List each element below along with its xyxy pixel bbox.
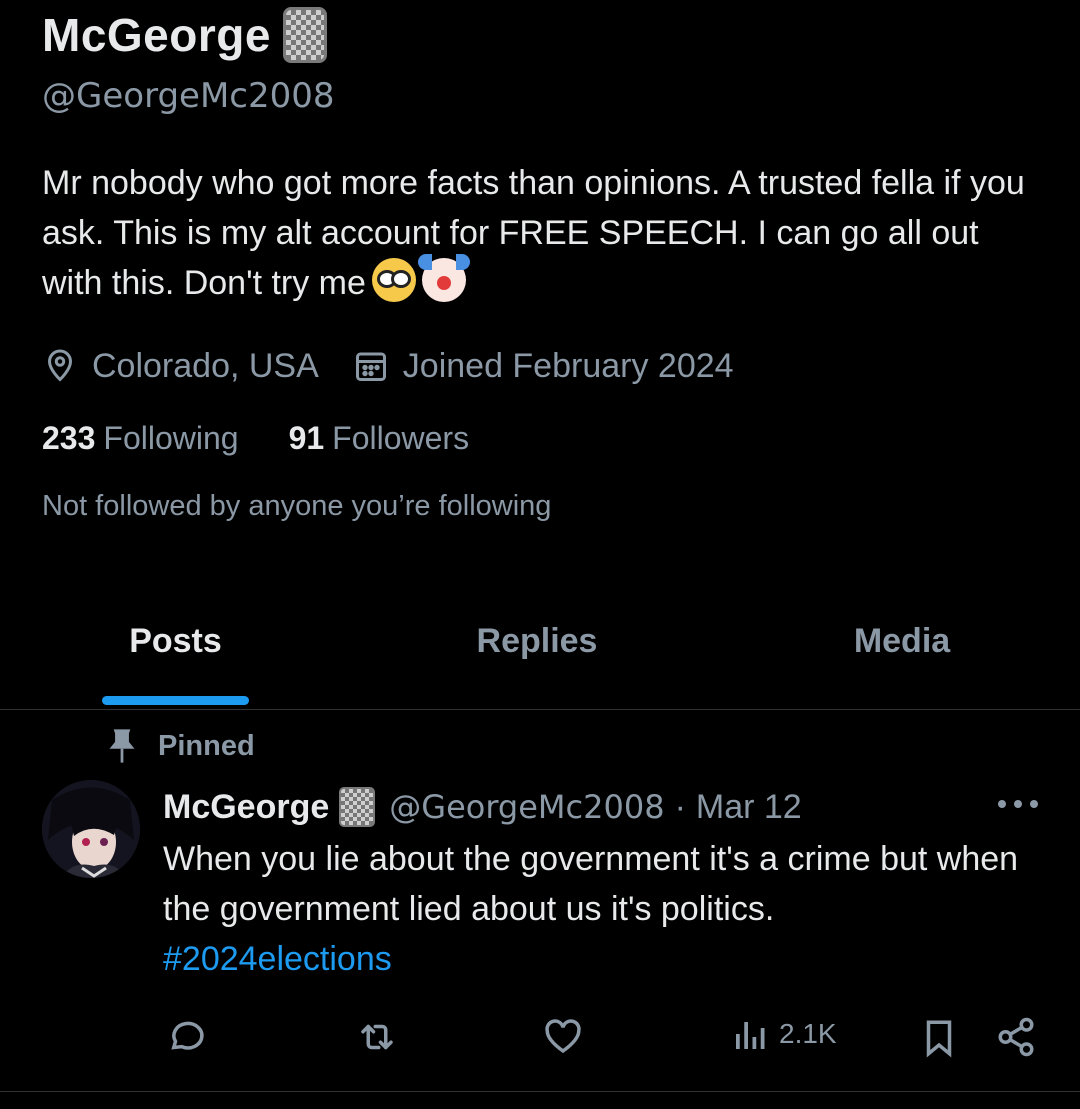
following-link[interactable]: 233 Following [42, 420, 239, 457]
followers-link[interactable]: 91 Followers [289, 420, 470, 457]
pinned-label: Pinned [158, 729, 255, 762]
profile-tabs: Posts Replies Media [0, 610, 1080, 710]
profile-bio: Mr nobody who got more facts than opinio… [42, 158, 1032, 308]
post-date[interactable]: Mar 12 [696, 788, 802, 827]
post-separator: · [674, 787, 686, 826]
bookmark-button[interactable] [918, 1016, 960, 1060]
more-options-icon[interactable] [998, 794, 1038, 814]
location-item: Colorado, USA [42, 347, 319, 386]
location-text: Colorado, USA [92, 346, 319, 385]
profile-handle: @GeorgeMc2008 [42, 76, 335, 116]
calendar-icon [355, 352, 386, 381]
post-actions: 2.1K [0, 1010, 1080, 1070]
views-count: 2.1K [779, 1018, 837, 1049]
bio-text: Mr nobody who got more facts than opinio… [42, 164, 1025, 302]
nerd-face-icon [371, 258, 416, 302]
tab-posts[interactable]: Posts [102, 622, 249, 661]
tab-media[interactable]: Media [802, 622, 1002, 661]
joined-text: Joined February 2024 [402, 346, 734, 385]
repost-button[interactable] [355, 1016, 399, 1058]
heart-icon [545, 1019, 581, 1054]
followers-label: Followers [332, 419, 470, 456]
clown-face-icon [417, 254, 470, 302]
bookmark-icon [926, 1020, 952, 1058]
not-followed-note: Not followed by anyone you’re following [42, 490, 552, 522]
profile-meta: Colorado, USA Joined February 2024 [42, 342, 1042, 390]
like-button[interactable] [542, 1016, 584, 1058]
avatar-image [42, 780, 140, 878]
following-label: Following [103, 419, 239, 456]
checkered-badge-icon [339, 787, 376, 827]
tab-replies[interactable]: Replies [437, 622, 637, 661]
post-author-name[interactable]: McGeorge [163, 788, 329, 827]
post-author-handle[interactable]: @GeorgeMc2008 [389, 788, 664, 826]
hashtag-link[interactable]: #2024elections [163, 934, 1043, 984]
profile-header: McGeorge @GeorgeMc2008 Mr nobody who got… [42, 0, 1042, 523]
post-text: When you lie about the government it's a… [163, 834, 1043, 984]
active-tab-indicator [102, 696, 249, 705]
checkered-badge-icon [282, 7, 327, 63]
reply-icon [171, 1021, 204, 1050]
pinned-post[interactable]: Pinned McGeorge @GeorgeMc2008 · Mar 12 W… [0, 710, 1080, 1092]
followers-count: 91 [288, 419, 325, 456]
share-icon [998, 1017, 1034, 1057]
analytics-icon [736, 1022, 765, 1049]
avatar[interactable] [42, 780, 140, 878]
display-name-row: McGeorge [42, 0, 1042, 70]
repost-icon [361, 1024, 393, 1050]
views-button[interactable]: 2.1K [733, 1016, 837, 1052]
following-count: 233 [42, 419, 96, 456]
joined-item: Joined February 2024 [353, 347, 734, 386]
post-header: McGeorge @GeorgeMc2008 · Mar 12 [163, 782, 802, 832]
post-body: When you lie about the government it's a… [163, 840, 1019, 928]
pin-icon [109, 729, 135, 763]
pinned-indicator: Pinned [108, 728, 255, 764]
follow-stats: 233 Following 91 Followers [42, 416, 1042, 460]
reply-button[interactable] [165, 1016, 207, 1058]
display-name: McGeorge [42, 9, 271, 61]
location-pin-icon [47, 349, 73, 382]
share-button[interactable] [995, 1016, 1037, 1058]
